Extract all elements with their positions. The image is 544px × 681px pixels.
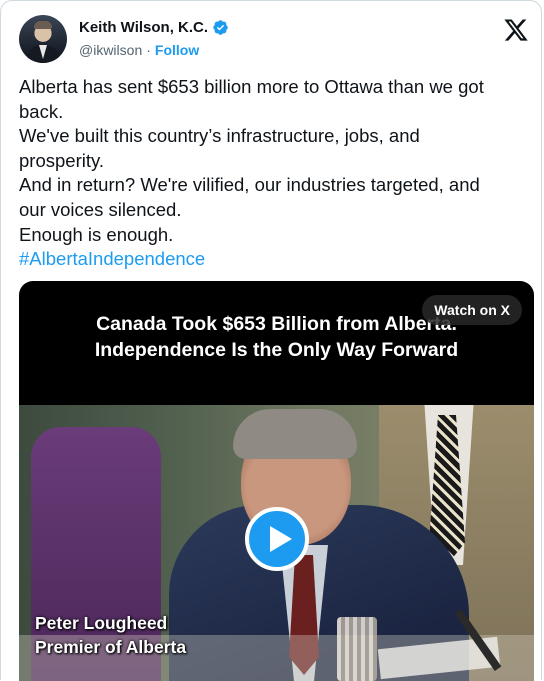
video-caption: Peter Lougheed Premier of Alberta (35, 611, 186, 659)
verified-badge-icon (213, 20, 228, 35)
tweet-line: Enough is enough. (19, 223, 174, 245)
author-handle-row: @ikwilson · Follow (79, 42, 199, 58)
play-button[interactable] (245, 507, 309, 571)
tweet-header: Keith Wilson, K.C. @ikwilson · Follow (19, 15, 529, 65)
tweet-text: Alberta has sent $653 billion more to Ot… (19, 75, 529, 272)
tweet-line: And in return? We're vilified, our indus… (19, 174, 480, 196)
author-name-row: Keith Wilson, K.C. (79, 19, 229, 36)
separator-dot: · (146, 42, 151, 58)
x-logo-icon[interactable] (503, 17, 529, 43)
avatar[interactable] (19, 15, 67, 63)
author-name[interactable]: Keith Wilson, K.C. (79, 19, 208, 36)
tweet-card: Keith Wilson, K.C. @ikwilson · Follow Al… (0, 0, 542, 681)
caption-title: Premier of Alberta (35, 637, 187, 657)
video-title-line: Independence Is the Only Way Forward (94, 339, 459, 361)
tweet-line: We've built this country’s infrastructur… (19, 125, 420, 147)
follow-button[interactable]: Follow (155, 42, 199, 58)
hashtag-link[interactable]: #AlbertaIndependence (19, 247, 529, 272)
caption-name: Peter Lougheed (35, 613, 168, 633)
tweet-line: our voices silenced. (19, 198, 182, 220)
water-glass (337, 617, 377, 681)
video-player[interactable]: Canada Took $653 Billion from Alberta. I… (19, 281, 534, 681)
tweet-line: back. (19, 100, 64, 122)
speaker-hair (233, 409, 357, 459)
play-icon (270, 526, 292, 552)
watch-on-x-button[interactable]: Watch on X (422, 295, 522, 325)
tweet-line: Alberta has sent $653 billion more to Ot… (19, 76, 484, 97)
tweet-line: prosperity. (19, 149, 104, 171)
author-handle[interactable]: @ikwilson (79, 42, 142, 58)
